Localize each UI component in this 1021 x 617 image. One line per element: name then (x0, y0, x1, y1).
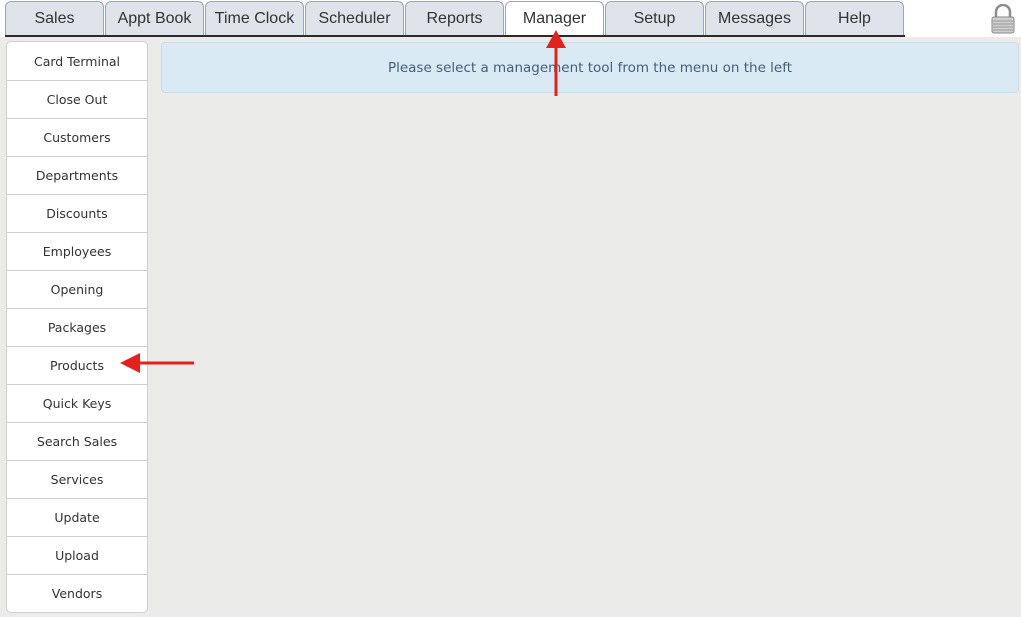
info-notice: Please select a management tool from the… (161, 42, 1019, 93)
tab-messages[interactable]: Messages (705, 1, 804, 35)
lock-icon[interactable] (990, 3, 1016, 34)
sidebar-item-card-terminal[interactable]: Card Terminal (7, 42, 147, 80)
sidebar-item-opening[interactable]: Opening (7, 270, 147, 308)
sidebar-item-vendors[interactable]: Vendors (7, 574, 147, 612)
sidebar-item-customers[interactable]: Customers (7, 118, 147, 156)
tab-help[interactable]: Help (805, 1, 904, 35)
tab-scheduler[interactable]: Scheduler (305, 1, 404, 35)
sidebar-item-search-sales[interactable]: Search Sales (7, 422, 147, 460)
sidebar-item-quick-keys[interactable]: Quick Keys (7, 384, 147, 422)
top-bar: Sales Appt Book Time Clock Scheduler Rep… (0, 0, 1021, 37)
tab-time-clock[interactable]: Time Clock (205, 1, 304, 35)
tab-reports[interactable]: Reports (405, 1, 504, 35)
sidebar-item-packages[interactable]: Packages (7, 308, 147, 346)
main-tabs: Sales Appt Book Time Clock Scheduler Rep… (5, 1, 905, 37)
sidebar-item-services[interactable]: Services (7, 460, 147, 498)
sidebar-item-discounts[interactable]: Discounts (7, 194, 147, 232)
sidebar-item-employees[interactable]: Employees (7, 232, 147, 270)
arrow-up-head (546, 30, 566, 48)
tab-appt-book[interactable]: Appt Book (105, 1, 204, 35)
sidebar-item-update[interactable]: Update (7, 498, 147, 536)
sidebar-item-close-out[interactable]: Close Out (7, 80, 147, 118)
tab-sales[interactable]: Sales (5, 1, 104, 35)
tab-setup[interactable]: Setup (605, 1, 704, 35)
sidebar-item-upload[interactable]: Upload (7, 536, 147, 574)
arrow-left-annotation (120, 353, 194, 373)
manager-sidebar: Card Terminal Close Out Customers Depart… (6, 41, 148, 613)
arrow-up-annotation (546, 30, 566, 96)
arrow-left-head (120, 353, 140, 373)
sidebar-item-departments[interactable]: Departments (7, 156, 147, 194)
